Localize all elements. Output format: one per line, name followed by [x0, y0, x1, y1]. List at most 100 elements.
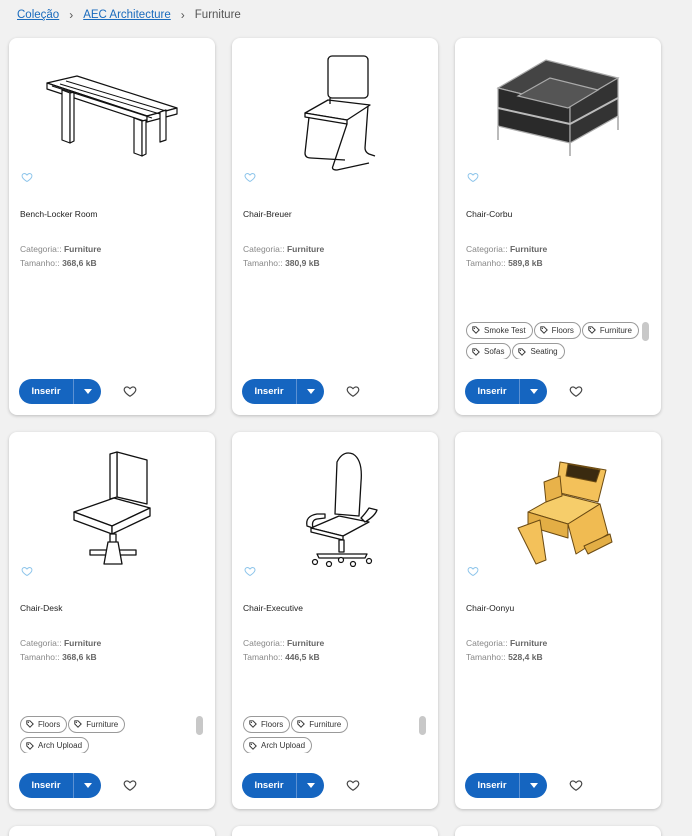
asset-title: Chair-Desk	[20, 603, 63, 613]
asset-size: Tamanho:: 368,6 kB	[20, 652, 97, 662]
chair-breuer-thumbnail-image	[304, 55, 376, 171]
insert-split-button: Inserir	[19, 773, 126, 798]
tag-icon	[249, 720, 257, 728]
tag-icon	[539, 326, 548, 334]
insert-split-button: Inserir	[242, 379, 349, 404]
asset-category: Categoria:: Furniture	[20, 244, 102, 254]
breadcrumb-link-aec-architecture[interactable]: AEC Architecture	[83, 9, 171, 21]
favorite-heart-icon[interactable]	[346, 778, 360, 792]
tag-list-scrollbar[interactable]	[196, 716, 203, 735]
asset-size: Tamanho:: 528,4 kB	[466, 652, 543, 662]
favorite-heart-icon[interactable]	[123, 384, 137, 398]
asset-card[interactable]	[232, 826, 438, 836]
asset-title: Chair-Corbu	[466, 209, 513, 219]
caret-down-icon	[530, 389, 538, 394]
asset-title: Bench-Locker Room	[20, 209, 98, 219]
tag-chip[interactable]: Seating	[512, 343, 565, 359]
chevron-right-icon: ›	[69, 8, 74, 22]
insert-split-button: Inserir	[19, 379, 126, 404]
caret-down-icon	[307, 389, 315, 394]
asset-category: Categoria:: Furniture	[243, 638, 325, 648]
tag-chip[interactable]: Floors	[243, 715, 291, 733]
insert-dropdown-button[interactable]	[296, 773, 324, 798]
tag-list: Floors Furniture Arch Upload	[20, 715, 196, 753]
tag-icon	[74, 720, 83, 728]
tag-icon	[472, 347, 480, 356]
asset-card[interactable]: Chair-Executive Categoria:: Furniture Ta…	[232, 432, 438, 809]
tag-chip[interactable]: Sofas	[466, 343, 512, 359]
tag-icon	[249, 741, 257, 750]
caret-down-icon	[84, 783, 92, 788]
asset-category: Categoria:: Furniture	[466, 638, 548, 648]
caret-down-icon	[84, 389, 92, 394]
asset-thumbnail[interactable]	[455, 432, 661, 565]
favorite-heart-icon[interactable]	[244, 171, 256, 183]
tag-chip[interactable]: Furniture	[68, 715, 126, 733]
breadcrumb-link-colecao[interactable]: Coleção	[17, 9, 59, 21]
insert-dropdown-button[interactable]	[73, 773, 101, 798]
tag-icon	[472, 326, 480, 334]
tag-icon	[297, 720, 306, 728]
asset-card[interactable]	[455, 826, 661, 836]
asset-size: Tamanho:: 589,8 kB	[466, 258, 543, 268]
favorite-heart-icon[interactable]	[346, 384, 360, 398]
insert-button[interactable]: Inserir	[465, 379, 519, 404]
tag-icon	[518, 347, 527, 356]
tag-chip[interactable]: Arch Upload	[243, 737, 313, 753]
bench-thumbnail-image	[46, 75, 178, 157]
caret-down-icon	[530, 783, 538, 788]
favorite-heart-icon[interactable]	[569, 384, 583, 398]
favorite-heart-icon[interactable]	[467, 565, 479, 577]
asset-size: Tamanho:: 446,5 kB	[243, 652, 320, 662]
tag-list-scrollbar[interactable]	[419, 716, 426, 735]
favorite-heart-icon[interactable]	[244, 565, 256, 577]
asset-category: Categoria:: Furniture	[20, 638, 102, 648]
breadcrumb: Coleção › AEC Architecture › Furniture	[17, 8, 241, 22]
asset-thumbnail[interactable]	[9, 38, 215, 168]
asset-title: Chair-Executive	[243, 603, 303, 613]
insert-dropdown-button[interactable]	[519, 773, 547, 798]
asset-card[interactable]: Chair-Breuer Categoria:: Furniture Taman…	[232, 38, 438, 415]
tag-icon	[26, 720, 34, 728]
insert-dropdown-button[interactable]	[73, 379, 101, 404]
insert-button[interactable]: Inserir	[19, 773, 73, 798]
insert-button[interactable]: Inserir	[242, 379, 296, 404]
favorite-heart-icon[interactable]	[21, 171, 33, 183]
insert-button[interactable]: Inserir	[465, 773, 519, 798]
favorite-heart-icon[interactable]	[467, 171, 479, 183]
chevron-right-icon: ›	[180, 8, 185, 22]
asset-thumbnail[interactable]	[232, 432, 438, 567]
asset-card[interactable]: Chair-Desk Categoria:: Furniture Tamanho…	[9, 432, 215, 809]
tag-chip[interactable]: Arch Upload	[20, 737, 90, 753]
insert-dropdown-button[interactable]	[296, 379, 324, 404]
asset-size: Tamanho:: 380,9 kB	[243, 258, 320, 268]
asset-card[interactable]: Chair-Corbu Categoria:: Furniture Tamanh…	[455, 38, 661, 415]
insert-split-button: Inserir	[465, 379, 572, 404]
tag-list-scrollbar[interactable]	[642, 322, 649, 341]
insert-button[interactable]: Inserir	[19, 379, 73, 404]
breadcrumb-current: Furniture	[194, 9, 241, 21]
asset-size: Tamanho:: 368,6 kB	[20, 258, 97, 268]
asset-card[interactable]	[9, 826, 215, 836]
tag-chip[interactable]: Smoke Test	[466, 321, 533, 339]
asset-thumbnail[interactable]	[9, 432, 215, 565]
asset-thumbnail[interactable]	[232, 38, 438, 171]
chair-corbu-thumbnail-image	[496, 59, 620, 156]
asset-card[interactable]: Chair-Oonyu Categoria:: Furniture Tamanh…	[455, 432, 661, 809]
insert-split-button: Inserir	[465, 773, 572, 798]
favorite-heart-icon[interactable]	[21, 565, 33, 577]
insert-split-button: Inserir	[242, 773, 349, 798]
asset-title: Chair-Oonyu	[466, 603, 515, 613]
insert-button[interactable]: Inserir	[242, 773, 296, 798]
tag-chip[interactable]: Floors	[533, 321, 581, 339]
insert-dropdown-button[interactable]	[519, 379, 547, 404]
tag-chip[interactable]: Furniture	[581, 321, 639, 339]
tag-icon	[26, 741, 34, 750]
tag-chip[interactable]: Furniture	[291, 715, 349, 733]
favorite-heart-icon[interactable]	[569, 778, 583, 792]
tag-list: Floors Furniture Arch Upload	[243, 715, 419, 753]
tag-chip[interactable]: Floors	[20, 715, 68, 733]
asset-thumbnail[interactable]	[455, 38, 661, 168]
asset-card[interactable]: Bench-Locker Room Categoria:: Furniture …	[9, 38, 215, 415]
favorite-heart-icon[interactable]	[123, 778, 137, 792]
